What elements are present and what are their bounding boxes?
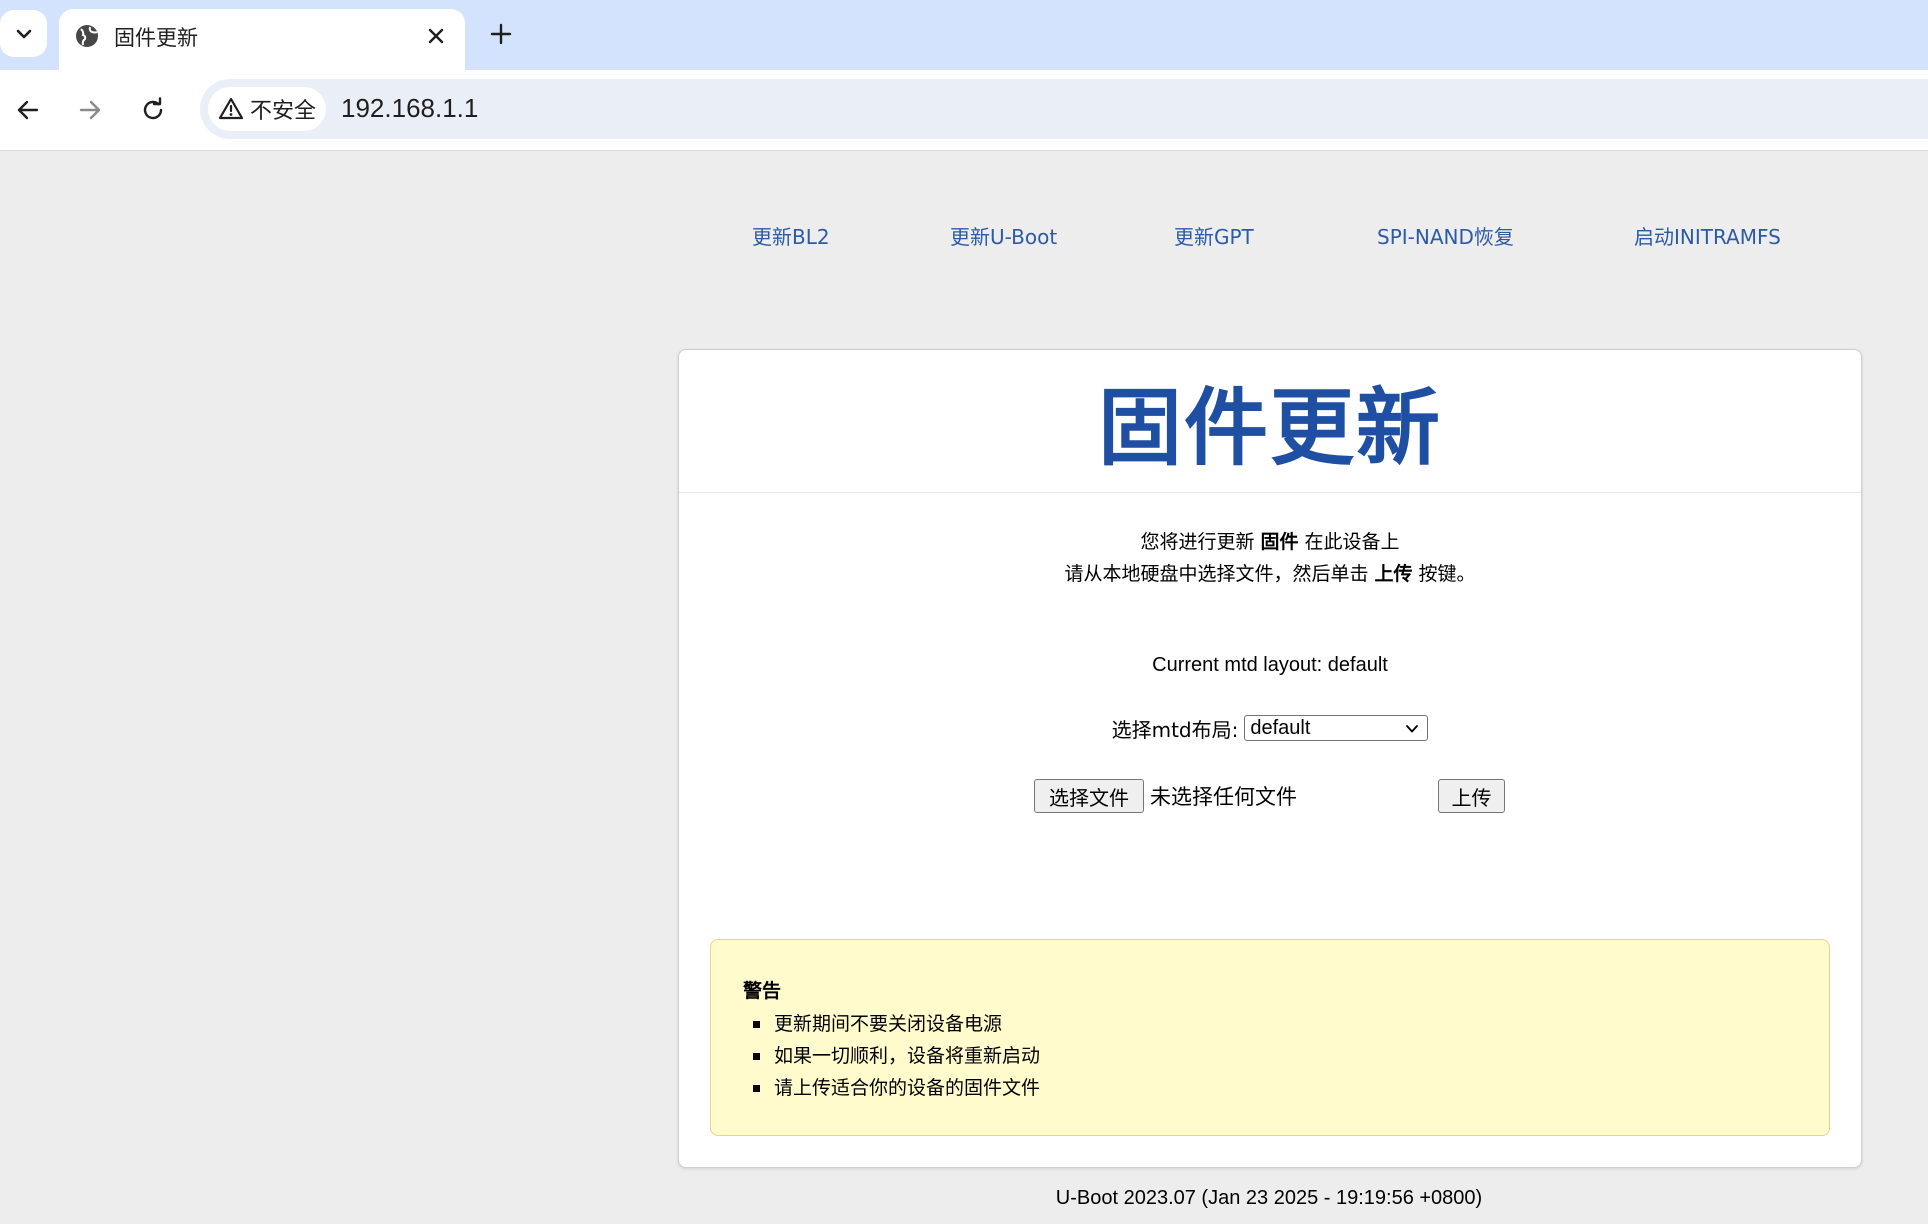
- close-tab-button[interactable]: [425, 25, 447, 47]
- chevron-down-icon: [1406, 725, 1419, 733]
- tab-strip: 固件更新: [0, 0, 1928, 70]
- browser-toolbar: 不安全 192.168.1.1: [0, 70, 1928, 151]
- nav-link-spi-nand-recovery[interactable]: SPI-NAND恢复: [1377, 221, 1514, 250]
- globe-icon: [76, 25, 98, 47]
- mtd-status: Current mtd layout: default: [1152, 654, 1388, 676]
- page-title: 固件更新: [1097, 378, 1442, 477]
- no-file-selected-text: 未选择任何文件: [1150, 785, 1297, 809]
- new-tab-button[interactable]: [483, 16, 519, 52]
- nav-link-boot-initramfs[interactable]: 启动INITRAMFS: [1634, 221, 1781, 250]
- warning-item: 更新期间不要关闭设备电源: [743, 1008, 1040, 1040]
- tab-search-button[interactable]: [0, 10, 47, 57]
- intro-text: 您将进行更新 固件 在此设备上 请从本地硬盘中选择文件，然后单击 上传 按键。: [679, 526, 1861, 590]
- mtd-select-label: 选择mtd布局:: [1111, 717, 1239, 742]
- mtd-select-row: 选择mtd布局: default: [679, 713, 1861, 743]
- intro-line-2-bold: 上传: [1374, 563, 1413, 585]
- back-button[interactable]: [8, 90, 48, 130]
- reload-button[interactable]: [133, 90, 173, 130]
- intro-line-1-post: 在此设备上: [1298, 531, 1400, 553]
- mtd-layout-select[interactable]: default: [1244, 715, 1429, 741]
- close-icon: [428, 28, 444, 44]
- security-label: 不安全: [250, 99, 317, 124]
- warning-box: 警告 更新期间不要关闭设备电源 如果一切顺利，设备将重新启动 请上传适合你的设备…: [710, 939, 1830, 1136]
- intro-line-2-pre: 请从本地硬盘中选择文件，然后单击: [1064, 563, 1375, 585]
- intro-line-1: 您将进行更新 固件 在此设备上: [679, 526, 1861, 558]
- top-nav: 更新BL2 更新U-Boot 更新GPT SPI-NAND恢复 启动INITRA…: [0, 221, 1928, 251]
- intro-line-2: 请从本地硬盘中选择文件，然后单击 上传 按键。: [679, 558, 1861, 590]
- intro-line-1-bold: 固件: [1260, 531, 1299, 553]
- arrow-left-icon: [17, 100, 39, 120]
- firmware-card: 固件更新 您将进行更新 固件 在此设备上 请从本地硬盘中选择文件，然后单击 上传…: [678, 349, 1862, 1168]
- arrow-right-icon: [79, 100, 101, 120]
- warning-item: 如果一切顺利，设备将重新启动: [743, 1040, 1040, 1072]
- warning-list: 更新期间不要关闭设备电源 如果一切顺利，设备将重新启动 请上传适合你的设备的固件…: [743, 1008, 1040, 1104]
- address-bar[interactable]: 不安全 192.168.1.1: [200, 79, 1928, 139]
- warning-triangle-icon: [218, 97, 244, 120]
- page-content: 更新BL2 更新U-Boot 更新GPT SPI-NAND恢复 启动INITRA…: [0, 151, 1928, 1224]
- browser-tab[interactable]: 固件更新: [59, 9, 465, 70]
- card-header: 固件更新: [679, 350, 1861, 493]
- warning-item: 请上传适合你的设备的固件文件: [743, 1072, 1040, 1104]
- security-indicator[interactable]: 不安全: [208, 87, 326, 131]
- footer-version: U-Boot 2023.07 (Jan 23 2025 - 19:19:56 +…: [1055, 1187, 1483, 1209]
- mtd-select-value: default: [1250, 716, 1311, 739]
- warning-title: 警告: [743, 980, 782, 1002]
- url-text[interactable]: 192.168.1.1: [341, 93, 478, 124]
- intro-line-2-post: 按键。: [1412, 563, 1476, 585]
- nav-link-update-bl2[interactable]: 更新BL2: [752, 221, 830, 250]
- file-upload-row: 选择文件 未选择任何文件 上传: [679, 777, 1861, 817]
- chevron-down-icon: [16, 29, 31, 38]
- forward-button[interactable]: [70, 90, 110, 130]
- reload-icon: [143, 97, 163, 120]
- intro-line-1-pre: 您将进行更新: [1140, 531, 1261, 553]
- plus-icon: [490, 23, 512, 45]
- nav-link-update-gpt[interactable]: 更新GPT: [1174, 221, 1254, 250]
- tab-title: 固件更新: [114, 26, 198, 50]
- nav-link-update-uboot[interactable]: 更新U-Boot: [950, 221, 1057, 250]
- upload-button[interactable]: 上传: [1438, 779, 1505, 813]
- choose-file-button[interactable]: 选择文件: [1034, 779, 1144, 813]
